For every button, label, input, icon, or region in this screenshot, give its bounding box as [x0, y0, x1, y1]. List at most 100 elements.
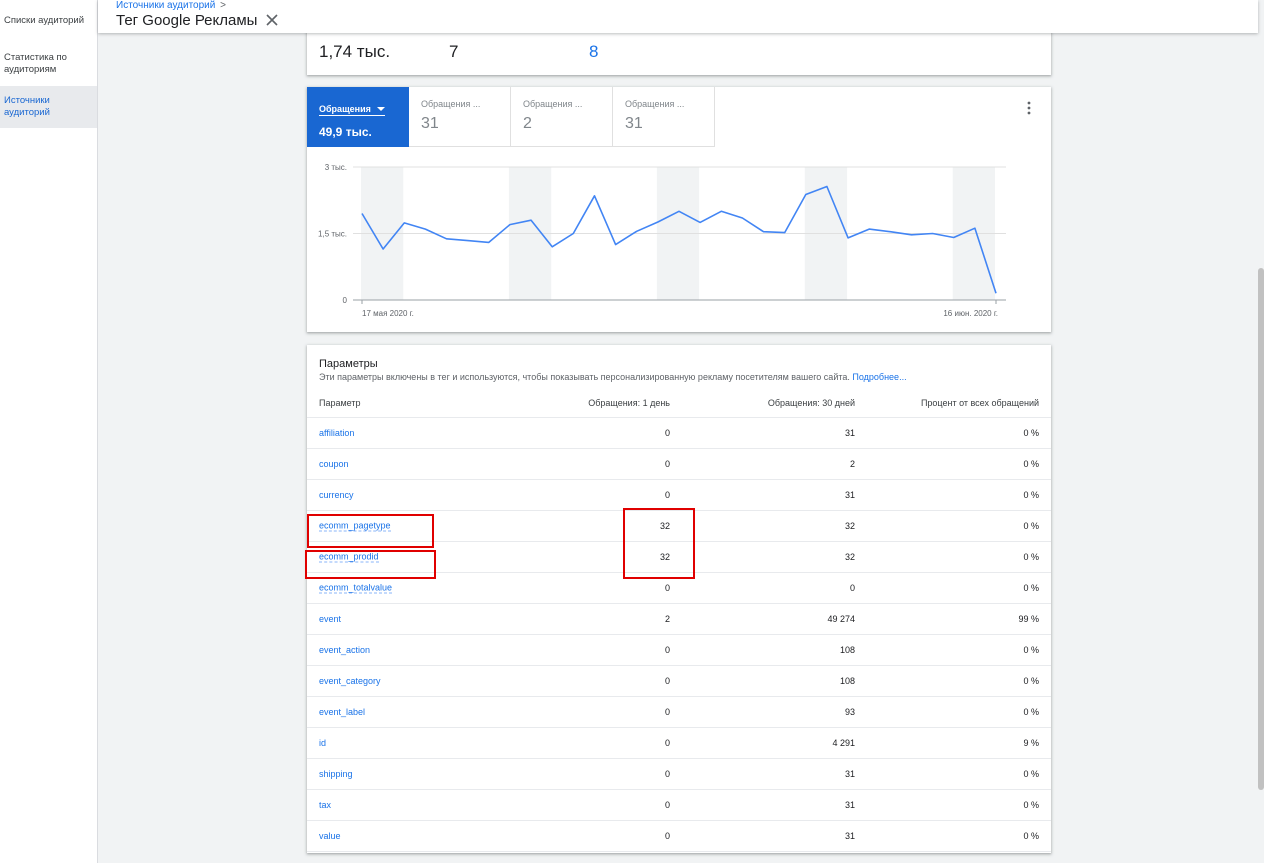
data-point[interactable]: [423, 227, 427, 231]
sidebar: Списки аудиторий Статистика по аудитория…: [0, 0, 98, 863]
data-point[interactable]: [592, 194, 596, 198]
column-header-hits-30days[interactable]: Обращения: 30 дней: [768, 398, 855, 408]
parameter-name-link[interactable]: event_label: [319, 707, 365, 717]
data-point[interactable]: [487, 240, 491, 244]
column-header-percent[interactable]: Процент от всех обращений: [921, 398, 1039, 408]
page-title: Тег Google Рекламы: [116, 12, 258, 29]
parameter-name-link[interactable]: value: [319, 831, 341, 841]
metric-tab-hits[interactable]: Обращения 49,9 тыс.: [307, 87, 409, 147]
metric-tab-label: Обращения ...: [523, 99, 583, 109]
data-point[interactable]: [635, 229, 639, 233]
parameter-name-link[interactable]: affiliation: [319, 428, 354, 438]
data-point[interactable]: [867, 227, 871, 231]
data-point[interactable]: [783, 231, 787, 235]
parameter-name-link[interactable]: event_action: [319, 645, 370, 655]
y-tick-label: 3 тыс.: [325, 163, 347, 172]
y-tick-label: 0: [343, 296, 348, 305]
breadcrumb-link[interactable]: Источники аудиторий: [116, 0, 215, 11]
data-point[interactable]: [952, 235, 956, 239]
learn-more-link[interactable]: Подробнее...: [852, 372, 906, 382]
sidebar-item-audience-lists[interactable]: Списки аудиторий: [0, 0, 97, 42]
table-header-row: Параметр Обращения: 1 день Обращения: 30…: [307, 389, 1051, 418]
data-point[interactable]: [614, 243, 618, 247]
hits-1day-cell: 0: [664, 831, 670, 841]
percent-cell: 9 %: [1023, 738, 1039, 748]
data-point[interactable]: [846, 236, 850, 240]
data-point[interactable]: [888, 230, 892, 234]
table-row: coupon 0 2 0 %: [307, 449, 1051, 480]
sidebar-item-label: Списки аудиторий: [4, 15, 85, 26]
dropdown-caret-icon: [376, 107, 385, 111]
percent-cell: 0 %: [1023, 769, 1039, 779]
percent-cell: 0 %: [1023, 428, 1039, 438]
data-point[interactable]: [550, 245, 554, 249]
hits-30days-cell: 108: [839, 676, 855, 686]
parameter-name-link[interactable]: ecomm_totalvalue: [319, 583, 393, 594]
sidebar-item-audience-sources[interactable]: Источники аудиторий: [0, 86, 97, 128]
data-point[interactable]: [762, 230, 766, 234]
metric-dropdown[interactable]: Обращения: [319, 104, 385, 116]
parameter-name-link[interactable]: event_category: [319, 676, 381, 686]
hits-30days-cell: 31: [844, 769, 855, 779]
annotation-box: [307, 514, 434, 548]
data-point[interactable]: [466, 239, 470, 243]
scrollbar-thumb[interactable]: [1258, 268, 1264, 790]
hits-30days-cell: 31: [844, 490, 855, 500]
hits-1day-cell: 0: [664, 769, 670, 779]
metric-tab-3[interactable]: Обращения ... 2: [511, 87, 613, 147]
table-row: shipping 0 31 0 %: [307, 759, 1051, 790]
data-point[interactable]: [804, 192, 808, 196]
parameter-name-link[interactable]: coupon: [319, 459, 349, 469]
data-point[interactable]: [656, 220, 660, 224]
table-row: id 0 4 291 9 %: [307, 728, 1051, 759]
hits-1day-cell: 0: [664, 800, 670, 810]
metric-tab-value: 31: [421, 115, 439, 132]
line-chart: 3 тыс. 1,5 тыс. 0 17 мая 2020 г. 16 июн. 202…: [318, 163, 1006, 318]
parameters-description-text: Эти параметры включены в тег и использую…: [319, 372, 850, 382]
data-point[interactable]: [402, 221, 406, 225]
sidebar-item-audience-stats[interactable]: Статистика по аудиториям: [0, 42, 97, 86]
breadcrumb: Источники аудиторий >: [116, 0, 226, 11]
data-point[interactable]: [698, 220, 702, 224]
data-point[interactable]: [931, 232, 935, 236]
column-header-parameter[interactable]: Параметр: [319, 398, 361, 408]
parameter-name-link[interactable]: event: [319, 614, 341, 624]
more-vert-icon[interactable]: [1025, 101, 1033, 115]
percent-cell: 0 %: [1023, 645, 1039, 655]
parameter-name-link[interactable]: tax: [319, 800, 331, 810]
data-point[interactable]: [994, 291, 998, 295]
hits-1day-cell: 0: [664, 490, 670, 500]
data-point[interactable]: [445, 237, 449, 241]
data-point[interactable]: [529, 218, 533, 222]
close-icon[interactable]: [265, 13, 279, 27]
column-header-hits-1day[interactable]: Обращения: 1 день: [588, 398, 670, 408]
data-point[interactable]: [719, 209, 723, 213]
data-point[interactable]: [740, 216, 744, 220]
data-point[interactable]: [825, 185, 829, 189]
data-point[interactable]: [973, 226, 977, 230]
data-point[interactable]: [381, 247, 385, 251]
summary-stat-link[interactable]: 8: [589, 42, 598, 62]
percent-cell: 0 %: [1023, 552, 1039, 562]
chart-card: Обращения 49,9 тыс. Обращения ... 31 Обр…: [307, 87, 1051, 332]
parameter-name-link[interactable]: shipping: [319, 769, 353, 779]
metric-tab-value: 31: [625, 115, 643, 132]
metric-tab-2[interactable]: Обращения ... 31: [409, 87, 511, 147]
hits-1day-cell: 0: [664, 738, 670, 748]
percent-cell: 0 %: [1023, 831, 1039, 841]
data-point[interactable]: [360, 212, 364, 216]
data-point[interactable]: [909, 233, 913, 237]
data-point[interactable]: [571, 232, 575, 236]
parameter-name-link[interactable]: currency: [319, 490, 354, 500]
summary-stat: 1,74 тыс.: [319, 42, 391, 61]
hits-1day-cell: 0: [664, 707, 670, 717]
annotation-box: [623, 508, 695, 579]
parameter-name-link[interactable]: id: [319, 738, 326, 748]
percent-cell: 0 %: [1023, 707, 1039, 717]
data-point[interactable]: [508, 223, 512, 227]
parameters-table: Параметр Обращения: 1 день Обращения: 30…: [307, 389, 1051, 852]
data-point[interactable]: [677, 209, 681, 213]
percent-cell: 0 %: [1023, 490, 1039, 500]
metric-tab-4[interactable]: Обращения ... 31: [613, 87, 715, 147]
hits-30days-cell: 49 274: [827, 614, 855, 624]
